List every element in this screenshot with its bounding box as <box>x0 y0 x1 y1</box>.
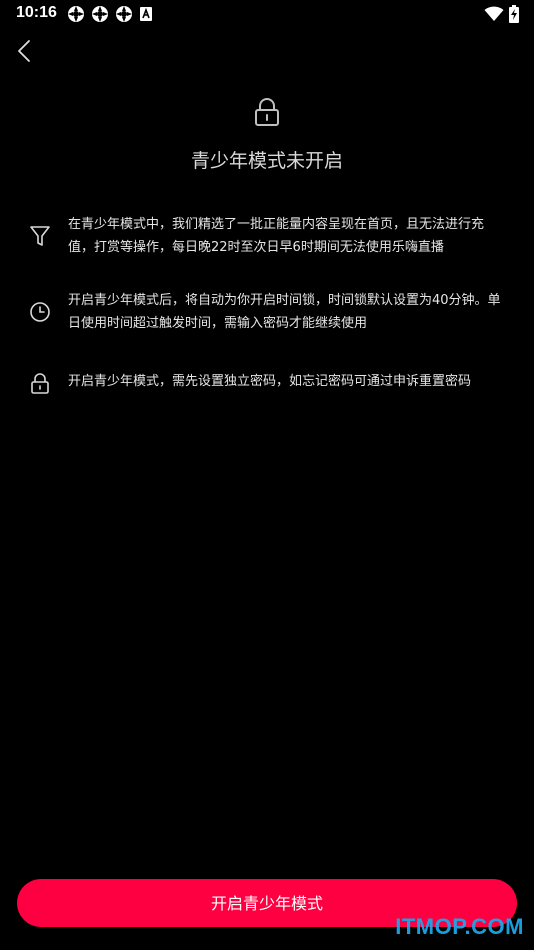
watermark: ITMOP.COM <box>395 914 524 939</box>
battery-charging-icon <box>508 5 520 27</box>
text-a-icon <box>139 6 153 22</box>
feature-text: 在青少年模式中，我们精选了一批正能量内容呈现在首页，且无法进行充值，打赏等操作，… <box>68 217 485 255</box>
wifi-icon <box>484 6 504 26</box>
feature-text: 开启青少年模式后，将自动为你开启时间锁，时间锁默认设置为40分钟。单日使用时间超… <box>68 293 501 331</box>
page-title: 青少年模式未开启 <box>190 150 343 172</box>
notification-icons <box>67 5 153 23</box>
status-time: 10:16 <box>16 4 57 21</box>
app-notification-icon <box>67 5 85 23</box>
chevron-left-icon <box>18 40 30 62</box>
feature-text: 开启青少年模式，需先设置独立密码，如忘记密码可通过申诉重置密码 <box>68 374 472 389</box>
app-notification-icon <box>91 5 109 23</box>
status-bar: 10:16 <box>0 0 534 30</box>
back-button[interactable] <box>10 36 40 66</box>
system-icons <box>484 5 520 27</box>
app-notification-icon <box>115 5 133 23</box>
clock-icon <box>28 300 52 324</box>
lock-icon <box>253 97 281 127</box>
lock-icon <box>28 371 52 395</box>
funnel-icon <box>28 224 52 248</box>
